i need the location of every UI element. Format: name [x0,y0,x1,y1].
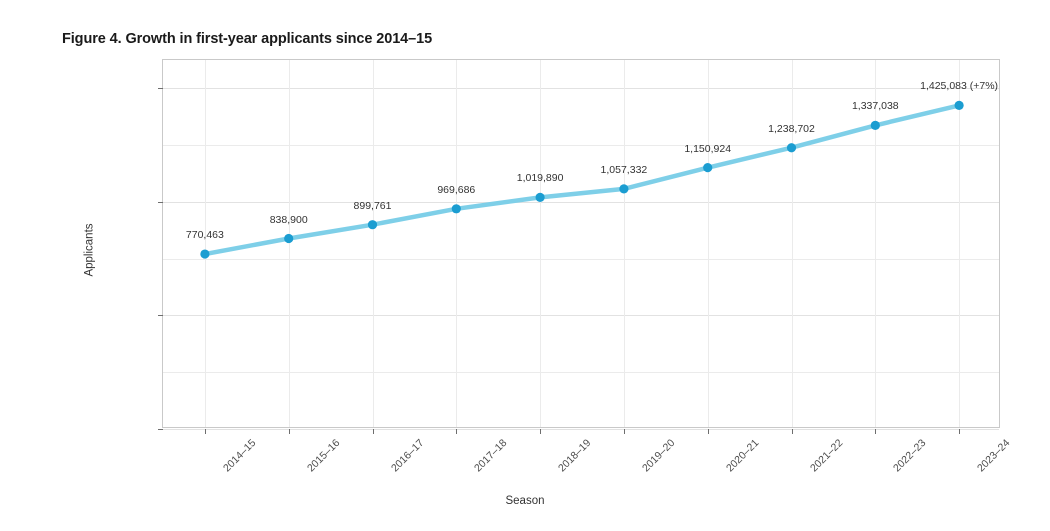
x-tick-label: 2018–19 [556,437,594,475]
x-tick-mark [456,429,458,434]
data-point-marker [284,233,294,244]
data-point-label: 899,761 [353,199,392,212]
data-point-label: 838,900 [269,213,308,226]
y-tick-mark [158,429,163,430]
x-tick-mark [204,429,206,434]
data-point-marker [200,249,210,259]
x-tick-label: 2023–24 [975,437,1013,475]
data-point-label: 1,019,890 [516,172,564,185]
x-tick-mark [288,429,290,434]
x-tick-mark [959,429,961,434]
x-tick-label: 2022–23 [891,437,929,475]
x-axis-title: Season [505,495,545,507]
data-point-marker [619,184,629,194]
x-tick-label: 2020–21 [723,437,762,475]
data-point-label: 1,337,038 [851,100,899,113]
x-tick-label: 2017–18 [472,437,510,475]
x-tick-mark [707,429,709,434]
data-point-label: 1,150,924 [684,142,732,155]
x-tick-label: 2019–20 [639,437,678,475]
x-tick-mark [875,429,877,434]
data-point-marker [703,163,713,173]
x-tick-mark [540,429,542,434]
x-tick-label: 2015–16 [304,437,343,475]
data-point-label: 1,057,332 [600,163,648,176]
x-tick-mark [623,429,625,434]
data-point-marker [954,100,964,110]
x-tick-mark [791,429,793,434]
data-point-marker [535,192,545,203]
data-point-marker [870,120,880,130]
x-tick-label: 2014–15 [220,437,259,475]
data-point-label: 969,686 [437,183,476,196]
x-tick-label: 2021–22 [807,437,845,475]
data-point-label: 1,425,083 (+7%) [920,80,999,93]
data-point-marker [786,143,797,153]
x-tick-label: 2016–17 [388,437,426,475]
data-point-label: 770,463 [185,229,224,242]
data-point-label: 1,238,702 [768,122,815,135]
page-title: Figure 4. Growth in first-year applicant… [62,31,433,47]
y-axis-title: Applicants [83,223,96,277]
data-point-marker [367,220,378,230]
x-tick-mark [372,429,374,434]
chart-plot-area: 0500,0001,000,0001,500,000 2014–152015–1… [158,59,1012,474]
line-series [200,100,964,259]
data-point-marker [451,204,461,214]
